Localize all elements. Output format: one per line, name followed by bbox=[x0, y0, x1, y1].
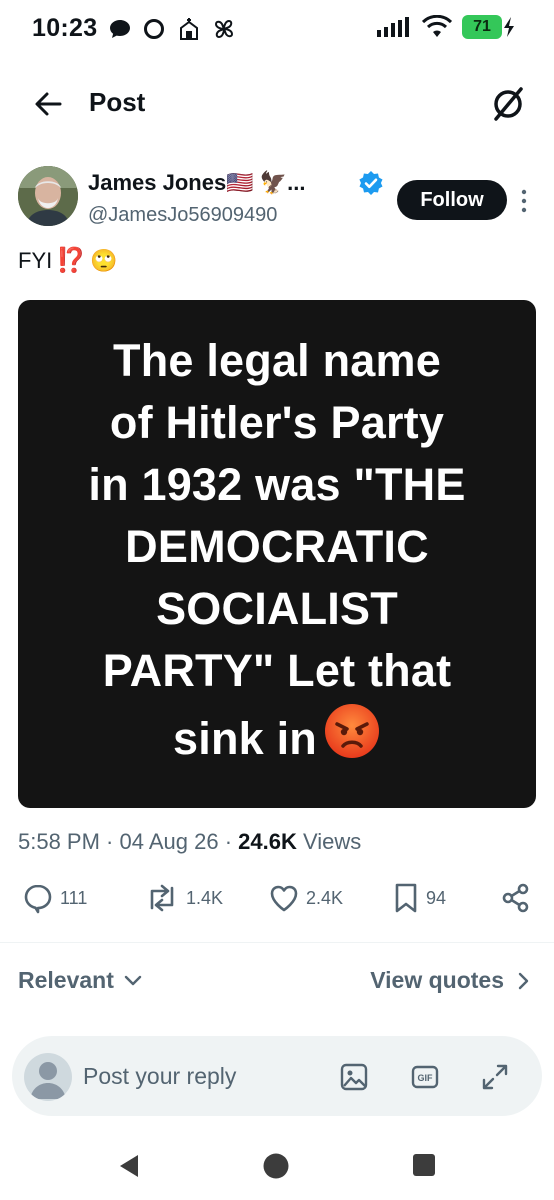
charging-bolt-icon bbox=[504, 17, 514, 37]
notification-icons bbox=[108, 16, 236, 42]
image-text-line: SOCIALIST bbox=[156, 583, 398, 634]
repost-button[interactable]: 1.4K bbox=[144, 882, 223, 914]
action-bar: 111 1.4K 2.4K 94 bbox=[0, 882, 554, 922]
reply-icon bbox=[24, 884, 52, 914]
view-quotes-link[interactable]: View quotes bbox=[370, 967, 530, 994]
interrobang-emoji: ⁉️ bbox=[56, 247, 87, 274]
image-text-line: in 1932 was "THE bbox=[88, 459, 466, 510]
svg-text:GIF: GIF bbox=[418, 1073, 434, 1083]
chevron-down-icon bbox=[124, 975, 142, 985]
nav-back-icon[interactable] bbox=[116, 1152, 142, 1180]
reply-sort-dropdown[interactable]: Relevant bbox=[18, 967, 142, 994]
page-title: Post bbox=[89, 87, 146, 117]
image-text-line: sink in bbox=[173, 713, 317, 764]
nav-home-icon[interactable] bbox=[262, 1152, 290, 1180]
eye-roll-emoji: 🙄 bbox=[90, 247, 118, 273]
gif-icon[interactable]: GIF bbox=[410, 1062, 440, 1092]
bookmark-count: 94 bbox=[426, 887, 447, 908]
grok-icon[interactable] bbox=[488, 84, 528, 124]
church-app-icon bbox=[180, 18, 198, 40]
divider bbox=[0, 942, 554, 943]
reply-input[interactable]: Post your reply bbox=[83, 1063, 236, 1090]
nav-recents-icon[interactable] bbox=[412, 1153, 436, 1177]
image-text: The legal name of Hitler's Party in 1932… bbox=[18, 330, 536, 770]
image-text-line: The legal name bbox=[113, 335, 441, 386]
image-icon[interactable] bbox=[339, 1062, 369, 1092]
more-options-icon[interactable] bbox=[518, 186, 530, 216]
signal-icon bbox=[377, 17, 409, 37]
post-text: FYI ⁉️ 🙄 bbox=[18, 246, 118, 275]
post-time: 5:58 PM bbox=[18, 829, 100, 854]
bookmark-button[interactable]: 94 bbox=[392, 882, 446, 914]
battery-level: 71 bbox=[462, 15, 502, 39]
reply-composer[interactable]: Post your reply GIF bbox=[12, 1036, 542, 1116]
status-bar: 10:23 71 bbox=[0, 0, 554, 60]
post-text-body: FYI bbox=[18, 247, 53, 273]
author-avatar[interactable] bbox=[18, 166, 78, 226]
status-time: 10:23 bbox=[32, 14, 98, 42]
view-quotes-label: View quotes bbox=[370, 967, 504, 993]
post-image[interactable]: The legal name of Hitler's Party in 1932… bbox=[18, 300, 536, 808]
follow-button[interactable]: Follow bbox=[397, 180, 507, 220]
image-text-line: of Hitler's Party bbox=[109, 397, 445, 448]
views-label: Views bbox=[303, 829, 362, 854]
bookmark-icon bbox=[395, 883, 417, 913]
reply-count: 111 bbox=[60, 887, 88, 908]
repost-icon bbox=[150, 884, 174, 912]
angry-face-icon bbox=[324, 704, 379, 758]
chevron-right-icon bbox=[518, 972, 529, 989]
circle-icon bbox=[144, 19, 164, 39]
image-text-line: DEMOCRATIC bbox=[125, 521, 429, 572]
post-meta: 5:58 PM · 04 Aug 26 · 24.6K Views bbox=[18, 829, 362, 854]
repost-count: 1.4K bbox=[186, 887, 224, 908]
share-button[interactable] bbox=[500, 882, 532, 914]
heart-icon bbox=[270, 885, 298, 912]
views-count: 24.6K bbox=[238, 829, 297, 854]
author-name[interactable]: James Jones🇺🇸 🦅... bbox=[88, 170, 305, 196]
share-icon bbox=[502, 883, 529, 913]
user-avatar bbox=[24, 1053, 72, 1101]
expand-icon[interactable] bbox=[480, 1062, 510, 1092]
reply-button[interactable]: 111 bbox=[22, 882, 87, 914]
reply-sort-label: Relevant bbox=[18, 967, 114, 993]
post-date: 04 Aug 26 bbox=[119, 829, 219, 854]
author-handle[interactable]: @JamesJo56909490 bbox=[88, 204, 277, 227]
like-button[interactable]: 2.4K bbox=[268, 882, 343, 914]
pinwheel-icon bbox=[214, 19, 234, 39]
wifi-icon bbox=[422, 15, 452, 37]
chat-bubble-icon bbox=[110, 20, 130, 38]
system-nav-bar bbox=[0, 1130, 554, 1200]
like-count: 2.4K bbox=[306, 887, 344, 908]
system-status: 71 bbox=[376, 15, 516, 39]
battery-indicator: 71 bbox=[462, 15, 516, 39]
image-text-line: PARTY" Let that bbox=[102, 645, 452, 696]
top-header: Post bbox=[0, 70, 554, 138]
back-arrow-icon[interactable] bbox=[30, 86, 66, 122]
image-text-last-line: sink in bbox=[18, 702, 536, 770]
verified-badge-icon bbox=[359, 171, 383, 195]
